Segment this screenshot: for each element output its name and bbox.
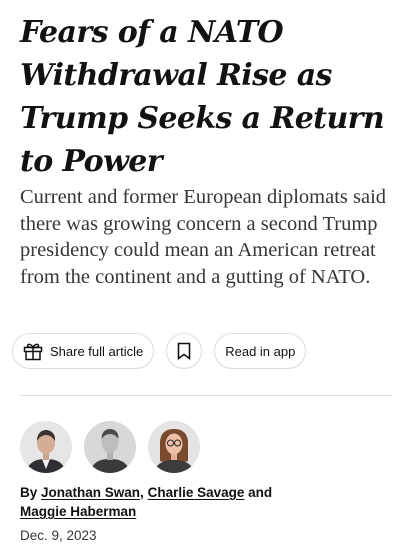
byline-prefix: By <box>20 485 38 500</box>
author-link-charlie-savage[interactable]: Charlie Savage <box>148 485 245 500</box>
bookmark-icon <box>177 342 191 360</box>
author-avatars <box>20 421 200 473</box>
avatar-charlie-savage[interactable] <box>84 421 136 473</box>
byline-separator: , <box>140 485 144 500</box>
read-in-app-label: Read in app <box>225 343 296 359</box>
avatar-maggie-haberman[interactable] <box>148 421 200 473</box>
avatar-jonathan-swan[interactable] <box>20 421 72 473</box>
action-bar: Share full article Read in app <box>12 333 307 369</box>
article-header: Fears of a NATO Withdrawal Rise as Trump… <box>0 0 412 558</box>
author-link-jonathan-swan[interactable]: Jonathan Swan <box>41 485 140 500</box>
share-article-button[interactable]: Share full article <box>12 333 155 369</box>
divider <box>20 395 392 396</box>
share-article-label: Share full article <box>50 343 144 359</box>
headline: Fears of a NATO Withdrawal Rise as Trump… <box>20 15 385 179</box>
save-article-button[interactable] <box>166 333 203 369</box>
read-in-app-button[interactable]: Read in app <box>214 333 307 369</box>
byline: By Jonathan Swan, Charlie Savage and Mag… <box>20 483 320 521</box>
byline-and: and <box>248 485 273 500</box>
article-summary: Current and former European diplomats sa… <box>20 186 387 288</box>
publish-date: Dec. 9, 2023 <box>20 528 97 543</box>
gift-icon <box>22 340 44 362</box>
author-link-maggie-haberman[interactable]: Maggie Haberman <box>20 504 136 519</box>
